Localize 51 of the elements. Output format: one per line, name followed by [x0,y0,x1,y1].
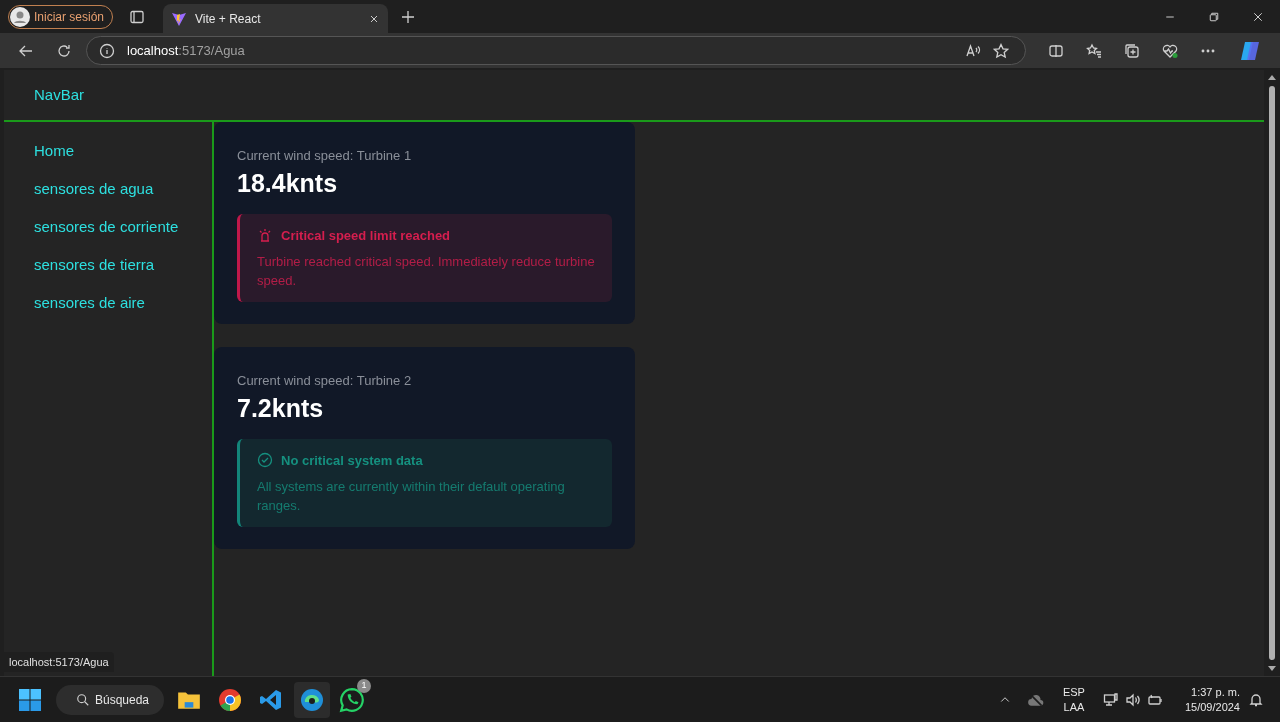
status-url: localhost:5173/Agua [4,651,114,672]
navbar-title: NavBar [34,84,85,105]
alert-title: Critical speed limit reached [281,226,451,245]
sidebar-link[interactable]: sensores de agua [34,178,212,199]
chrome-icon[interactable] [218,687,242,712]
tab-title: Vite + React [195,10,262,28]
card-label: Current wind speed: Turbine 2 [237,372,413,390]
star-icon[interactable] [993,42,1009,59]
sidebar-link[interactable]: Home [34,140,212,161]
scroll-up-icon[interactable] [1268,74,1276,82]
language-indicator[interactable]: ESP LAA [1062,684,1085,715]
clock[interactable]: 1:37 p. m. 15/09/2024 [1184,684,1240,715]
sidebar-link[interactable]: sensores de tierra [34,254,212,275]
siren-icon [257,227,273,244]
scroll-down-icon[interactable] [1268,664,1276,672]
search-icon[interactable] [76,692,90,707]
windows-start-icon[interactable] [18,687,42,712]
tab-actions-icon[interactable] [129,8,146,25]
sidebar-link[interactable]: sensores de corriente [34,216,212,237]
url-text: localhost:5173/Agua [127,41,246,60]
read-aloud-icon[interactable] [965,42,981,59]
avatar-icon [10,6,30,27]
taskbar-search[interactable]: Búsqueda [56,684,164,715]
alert-message: Turbine reached critical speed. Immediately reduce turbine speed. [257,253,595,290]
info-icon[interactable] [99,42,115,59]
edge-browser-icon[interactable] [300,687,324,712]
code-editor-icon[interactable] [259,687,283,712]
volume-icon[interactable] [1124,691,1141,708]
card-label: Current wind speed: Turbine 1 [237,147,413,165]
health-icon[interactable] [1162,42,1178,59]
alert-title: No critical system data [281,451,423,470]
restore-icon[interactable] [1208,10,1220,23]
whatsapp-icon[interactable] [339,686,365,713]
address-bar[interactable]: localhost:5173/Agua [86,36,1026,65]
split-screen-icon[interactable] [1048,42,1064,59]
scrollbar-thumb[interactable] [1269,86,1275,660]
check-circle-icon [257,452,273,469]
wind-speed-value: 7.2knts [237,392,325,424]
network-icon[interactable] [1102,691,1119,708]
close-icon[interactable] [1252,10,1264,23]
alert-message: All systems are currently within their default operating ranges. [257,478,566,515]
sidebar-link[interactable]: sensores de aire [34,292,212,313]
favorites-icon[interactable] [1086,42,1102,59]
collections-icon[interactable] [1124,42,1140,59]
vite-logo-icon [171,10,188,27]
notification-badge: 1 [357,678,371,693]
new-tab-icon[interactable] [400,8,417,25]
browser-tab[interactable]: Vite + React [163,4,389,33]
notification-bell-icon[interactable] [1248,691,1264,708]
refresh-icon[interactable] [56,42,72,59]
wind-speed-value: 18.4knts [237,167,339,199]
